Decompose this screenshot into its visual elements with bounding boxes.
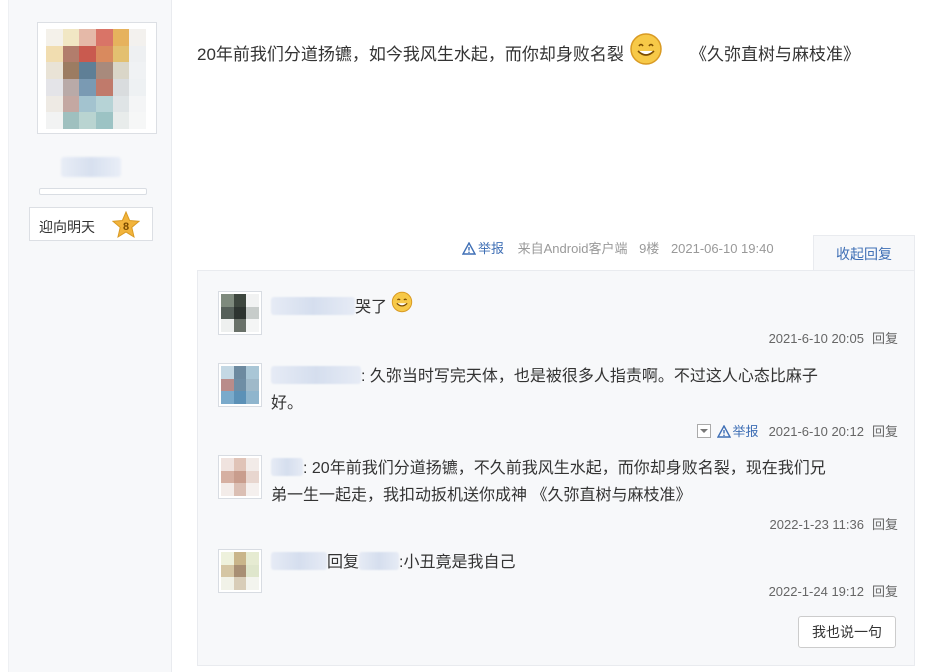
report-link[interactable]: 举报 [716, 424, 759, 439]
level-number: 8 [123, 221, 129, 233]
post-text: 20年前我们分道扬镳，如今我风生水起，而你却身败名裂 [197, 45, 624, 64]
post-source: 来自Android客户端 [517, 241, 628, 256]
reply-time: 2021-6-10 20:12 [768, 424, 864, 439]
reply-username-redacted[interactable] [271, 552, 327, 570]
reply-body: 哭了 [271, 291, 413, 321]
reply-username-redacted[interactable] [271, 297, 355, 315]
reply-meta: 2021-6-10 20:05 回复 [769, 328, 898, 347]
reply-username-redacted[interactable] [271, 366, 361, 384]
post-tail-text: 《久弥直树与麻枝准》 [690, 45, 860, 64]
avatar-image [46, 29, 146, 129]
report-label: 举报 [732, 424, 759, 439]
reply-text-line2: 好。 [271, 395, 304, 412]
reply-body: : 20年前我们分道扬镳，不久前我风生水起，而你却身败名裂，现在我们兄 弟一生一… [271, 455, 901, 509]
badge-label: 迎向明天 [39, 219, 95, 235]
collapse-replies-button[interactable]: 收起回复 [813, 235, 915, 271]
smile-emoji-icon [392, 291, 413, 312]
reply-box: 哭了 2021-6-10 20:05 回复 : 久弥当时写完天体，也是被很多人指责… [197, 270, 915, 666]
reply-avatar[interactable] [218, 455, 262, 499]
reply-text-line2: 弟一生一起走，我扣动扳机送你成神 《久弥直树与麻枝准》 [271, 487, 692, 504]
reply-button[interactable]: 回复 [872, 424, 898, 439]
author-column: 迎向明天 8 [8, 0, 172, 672]
warning-icon [716, 425, 731, 438]
post-time: 2021-06-10 19:40 [670, 241, 774, 256]
smile-emoji-icon [629, 32, 662, 65]
reply-avatar[interactable] [218, 291, 262, 335]
author-name-redacted[interactable] [61, 157, 121, 177]
author-avatar[interactable] [37, 22, 157, 134]
reply-text: 哭了 [355, 299, 388, 316]
reply-avatar[interactable] [218, 549, 262, 593]
reply-body: : 久弥当时写完天体，也是被很多人指责啊。不过这人心态比麻子 好。 [271, 363, 891, 417]
reply-button[interactable]: 回复 [872, 584, 898, 599]
reply-time: 2022-1-23 11:36 [769, 517, 864, 532]
post-tail-bar: 举报 来自Android客户端 9楼 2021-06-10 19:40 [462, 238, 774, 268]
reply-time: 2021-6-10 20:05 [768, 331, 864, 346]
member-badge[interactable]: 迎向明天 8 [29, 207, 153, 241]
level-star-icon: 8 [112, 211, 140, 239]
reply-button[interactable]: 回复 [872, 331, 898, 346]
post-content: 20年前我们分道扬镳，如今我风生水起，而你却身败名裂 [197, 32, 663, 66]
warning-icon [462, 242, 476, 255]
reply-body: 回复 :小丑竟是我自己 [271, 549, 515, 576]
reply-target-redacted[interactable] [359, 552, 400, 570]
reply-time: 2022-1-24 19:12 [768, 584, 864, 599]
reply-meta: 举报 2021-6-10 20:12 回复 [696, 421, 898, 440]
reply-text: :小丑竟是我自己 [399, 554, 516, 571]
reply-avatar[interactable] [218, 363, 262, 407]
report-link[interactable]: 举报 [462, 241, 508, 256]
dropdown-icon[interactable] [696, 424, 711, 438]
reply-meta: 2022-1-24 19:12 回复 [769, 581, 898, 600]
reply-meta: 2022-1-23 11:36 回复 [770, 514, 898, 533]
level-progress-bar [39, 188, 147, 195]
report-label: 举报 [478, 241, 505, 256]
reply-username-redacted[interactable] [271, 458, 303, 476]
post-floor: 9楼 [639, 241, 660, 256]
reply-button[interactable]: 回复 [872, 517, 898, 532]
reply-text-line1: : 久弥当时写完天体，也是被很多人指责啊。不过这人心态比麻子 [361, 368, 818, 385]
say-something-button[interactable]: 我也说一句 [798, 616, 896, 648]
reply-text-line1: : 20年前我们分道扬镳，不久前我风生水起，而你却身败名裂，现在我们兄 [303, 460, 826, 477]
reply-word: 回复 [327, 554, 360, 571]
